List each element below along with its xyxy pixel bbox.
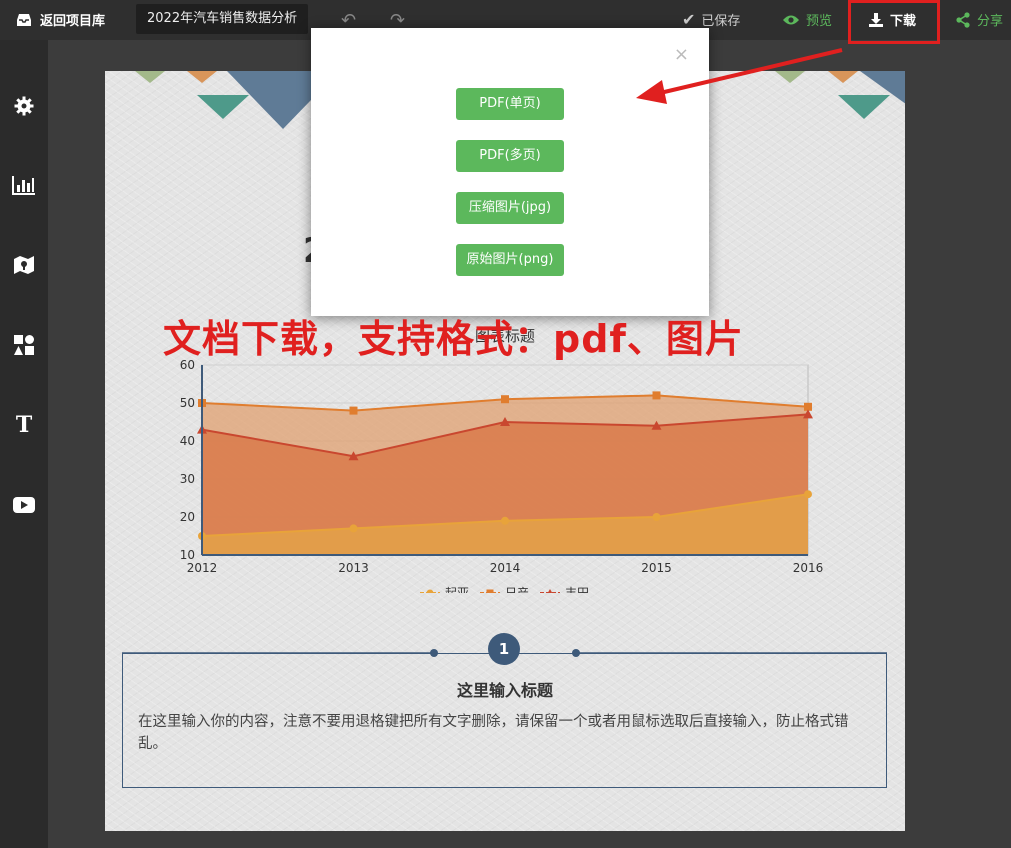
y-tick-label: 30 <box>180 472 195 486</box>
back-to-library-button[interactable]: 返回项目库 <box>16 10 105 29</box>
share-label: 分享 <box>977 14 1004 29</box>
download-highlight-box <box>848 0 940 44</box>
x-tick-label: 2015 <box>641 561 672 575</box>
data-point <box>804 490 812 499</box>
gear-icon <box>14 96 34 116</box>
chart-tool[interactable] <box>12 173 36 197</box>
annotation-caption: 文档下载，支持格式：pdf、图片 <box>163 317 744 361</box>
close-icon[interactable]: × <box>674 46 689 64</box>
pdf-multi-page-button[interactable]: PDF(多页) <box>456 140 564 172</box>
share-button[interactable]: 分享 <box>955 10 1003 29</box>
preview-button[interactable]: 预览 <box>782 10 832 29</box>
share-icon <box>956 11 970 28</box>
data-point <box>652 513 661 521</box>
text-tool[interactable]: T <box>12 412 36 438</box>
settings-tool[interactable] <box>12 94 36 118</box>
info-title[interactable]: 这里输入标题 <box>105 677 905 701</box>
preview-label: 预览 <box>806 14 833 29</box>
data-point <box>349 524 358 533</box>
document-title[interactable]: 2022年汽车销售数据分析 <box>136 4 309 34</box>
bar-chart-icon <box>12 176 35 195</box>
y-tick-label: 10 <box>180 548 195 562</box>
download-modal: × PDF(单页) PDF(多页) 压缩图片(jpg) 原始图片(png) <box>311 28 709 316</box>
x-tick-label: 2013 <box>338 561 369 575</box>
text-icon: T <box>15 412 33 438</box>
decorative-triangles-right <box>775 71 905 119</box>
left-sidebar: T <box>0 40 48 848</box>
original-png-button[interactable]: 原始图片(png) <box>456 244 564 276</box>
pdf-single-page-button[interactable]: PDF(单页) <box>456 88 564 120</box>
back-label: 返回项目库 <box>40 14 106 29</box>
saved-label: 已保存 <box>701 14 741 29</box>
area-chart[interactable]: 1020304050602012 2013 2014 2015 2016起亚 日产 丰田 <box>165 353 845 593</box>
x-tick-label: 2016 <box>793 561 824 575</box>
legend-label: 丰田 <box>565 586 589 593</box>
legend-marker <box>426 589 434 593</box>
y-tick-label: 40 <box>180 434 195 448</box>
shapes-tool[interactable] <box>12 333 36 357</box>
legend-label: 日产 <box>505 586 529 593</box>
data-point <box>501 516 509 525</box>
y-tick-label: 20 <box>180 510 195 524</box>
info-body-text[interactable]: 在这里输入你的内容，注意不要用退格键把所有文字删除，请保留一个或者用鼠标选取后直… <box>138 711 868 755</box>
check-icon: ✔ <box>682 10 696 29</box>
eye-icon <box>783 15 799 24</box>
compressed-jpg-button[interactable]: 压缩图片(jpg) <box>456 192 564 224</box>
legend-label: 起亚 <box>445 586 469 593</box>
inbox-icon <box>17 13 31 26</box>
data-point <box>652 391 661 400</box>
x-tick-label: 2012 <box>187 561 218 575</box>
y-tick-label: 50 <box>180 396 195 410</box>
map-tool[interactable] <box>12 253 36 277</box>
data-point <box>501 395 509 404</box>
saved-status: ✔ 已保存 <box>682 10 740 29</box>
video-tool[interactable] <box>12 493 36 517</box>
data-point <box>349 406 358 415</box>
video-icon <box>13 497 35 513</box>
legend-marker <box>486 589 494 593</box>
step-number-badge: 1 <box>488 633 520 665</box>
shapes-icon <box>14 335 34 355</box>
map-icon <box>14 256 34 274</box>
x-tick-label: 2014 <box>490 561 521 575</box>
